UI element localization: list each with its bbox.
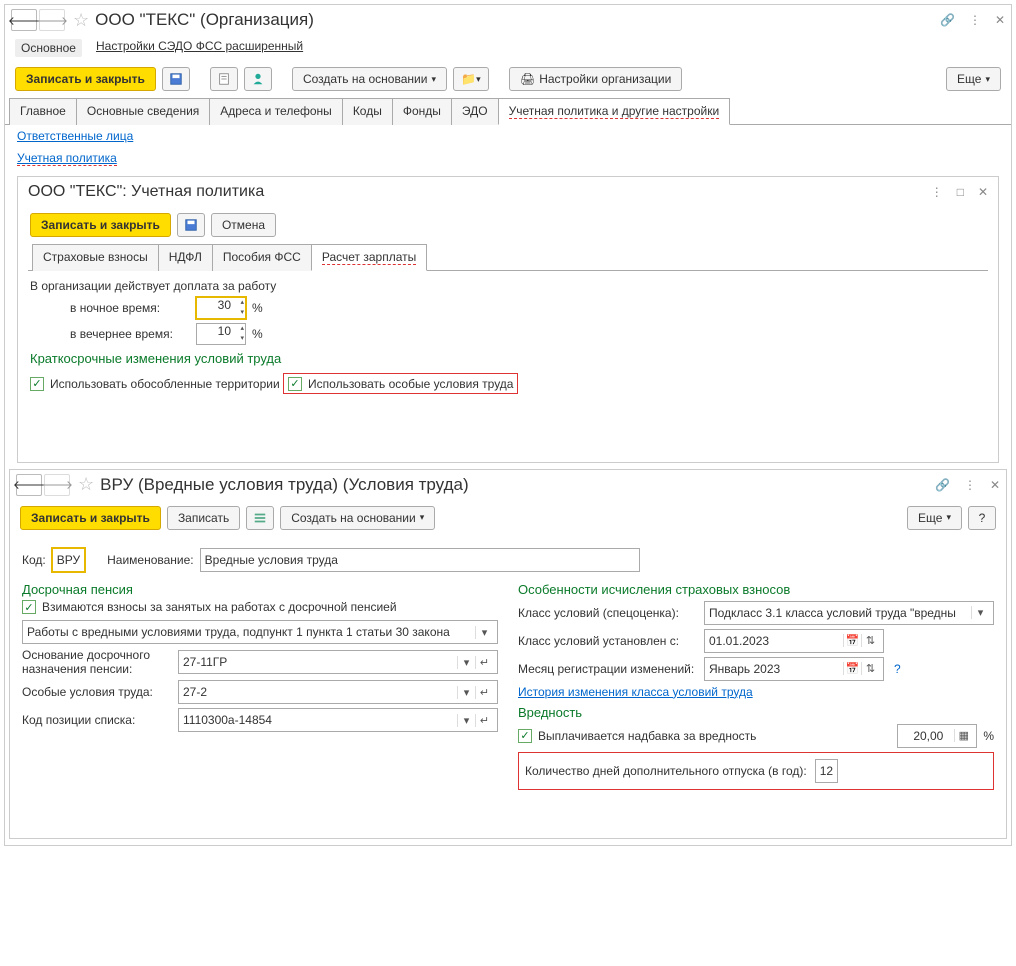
save-close-button[interactable]: Записать и закрыть bbox=[15, 67, 156, 91]
short-term-section: Краткосрочные изменения условий труда bbox=[30, 351, 986, 366]
subnav-sedo-link[interactable]: Настройки СЭДО ФСС расширенный bbox=[96, 39, 303, 57]
titlebar: 🡐 🡒 ☆ ООО "ТЕКС" (Организация) 🔗 ⋮ ✕ bbox=[5, 5, 1011, 35]
calc-icon: ▦ bbox=[954, 729, 972, 742]
tab-edo[interactable]: ЭДО bbox=[451, 98, 499, 125]
panel-save-close-button[interactable]: Записать и закрыть bbox=[30, 213, 171, 237]
chk-special-conditions[interactable]: ✓ Использовать особые условия труда bbox=[288, 377, 513, 391]
basis-select[interactable]: 27-11ГР ▾↵ bbox=[178, 650, 498, 674]
create-on-basis-button[interactable]: Создать на основании▾ bbox=[292, 67, 447, 91]
kebab-icon[interactable]: ⋮ bbox=[969, 13, 981, 27]
star-icon[interactable]: ☆ bbox=[73, 10, 89, 31]
name-label: Наименование: bbox=[107, 553, 194, 567]
more-button-2[interactable]: Еще▾ bbox=[907, 506, 962, 530]
surcharge-label: В организации действует доплата за работ… bbox=[30, 279, 986, 293]
tab-calc[interactable]: Расчет зарплаты bbox=[311, 244, 427, 271]
more-button[interactable]: Еще▾ bbox=[946, 67, 1001, 91]
save-icon[interactable] bbox=[162, 67, 190, 91]
extra-days-label: Количество дней дополнительного отпуска … bbox=[525, 764, 807, 778]
panel-max-icon[interactable]: □ bbox=[957, 185, 964, 199]
tab-ndfl[interactable]: НДФЛ bbox=[158, 244, 213, 271]
org-settings-button[interactable]: 🖨 Настройки организации bbox=[509, 67, 682, 91]
vru-window: 🡐 🡒 ☆ ВРУ (Вредные условия труда) (Услов… bbox=[9, 469, 1007, 839]
folder-icon[interactable]: 📁▾ bbox=[453, 67, 489, 91]
reg-month-input[interactable]: Январь 2023 📅⇅ bbox=[704, 657, 884, 681]
nav-fwd[interactable]: 🡒 bbox=[39, 9, 65, 31]
tab-fss[interactable]: Пособия ФСС bbox=[212, 244, 312, 271]
class-eval-select[interactable]: Подкласс 3.1 класса условий труда "вредн… bbox=[704, 601, 994, 625]
panel-kebab-icon[interactable]: ⋮ bbox=[931, 185, 943, 199]
save-close-button-2[interactable]: Записать и закрыть bbox=[20, 506, 161, 530]
tab-basic[interactable]: Основные сведения bbox=[76, 98, 210, 125]
panel-save-icon[interactable] bbox=[177, 213, 205, 237]
doc-icon[interactable] bbox=[210, 67, 238, 91]
nav-back[interactable]: 🡐 bbox=[11, 9, 37, 31]
hazard-section: Вредность bbox=[518, 705, 994, 720]
work-type-select[interactable]: Работы с вредными условиями труда, подпу… bbox=[22, 620, 498, 644]
close-icon-2[interactable]: ✕ bbox=[990, 478, 1000, 492]
history-link[interactable]: История изменения класса условий труда bbox=[518, 685, 753, 699]
close-icon[interactable]: ✕ bbox=[995, 13, 1005, 27]
person-icon[interactable] bbox=[244, 67, 272, 91]
night-input[interactable]: 30 bbox=[196, 297, 246, 319]
check-icon: ✓ bbox=[22, 600, 36, 614]
nav-fwd-2[interactable]: 🡒 bbox=[44, 474, 70, 496]
save-button-2[interactable]: Записать bbox=[167, 506, 240, 530]
help-icon[interactable]: ? bbox=[968, 506, 996, 530]
name-input[interactable]: Вредные условия труда bbox=[200, 548, 640, 572]
panel-close-icon[interactable]: ✕ bbox=[978, 185, 988, 199]
hazard-pct-input[interactable]: 20,00 ▦ bbox=[897, 724, 977, 748]
extra-days-input[interactable]: 12 bbox=[815, 759, 838, 783]
chk-hazard-pay[interactable]: ✓ Выплачивается надбавка за вредность bbox=[518, 729, 756, 743]
night-label: в ночное время: bbox=[70, 301, 190, 315]
policy-panel: ООО "ТЕКС": Учетная политика ⋮ □ ✕ Запис… bbox=[17, 176, 999, 463]
check-icon: ✓ bbox=[30, 377, 44, 391]
position-code-label: Код позиции списка: bbox=[22, 713, 172, 727]
special-cond-label: Особые условия труда: bbox=[22, 685, 172, 699]
chk-early-pension[interactable]: ✓ Взимаются взносы за занятых на работах… bbox=[22, 600, 397, 614]
window-title: ООО "ТЕКС" (Организация) bbox=[95, 10, 314, 30]
star-icon-2[interactable]: ☆ bbox=[78, 474, 94, 495]
link-icon[interactable]: 🔗 bbox=[940, 13, 955, 27]
policy-link[interactable]: Учетная политика bbox=[17, 151, 117, 166]
calendar-icon: 📅 bbox=[843, 634, 861, 647]
code-label: Код: bbox=[22, 553, 46, 567]
basis-label: Основание досрочного назначения пенсии: bbox=[22, 648, 172, 676]
win2-title: ВРУ (Вредные условия труда) (Условия тру… bbox=[100, 475, 469, 495]
special-cond-select[interactable]: 27-2 ▾↵ bbox=[178, 680, 498, 704]
link-icon-2[interactable]: 🔗 bbox=[935, 478, 950, 492]
tab-addr[interactable]: Адреса и телефоны bbox=[209, 98, 343, 125]
cancel-button[interactable]: Отмена bbox=[211, 213, 276, 237]
class-date-input[interactable]: 01.01.2023 📅⇅ bbox=[704, 629, 884, 653]
kebab-icon-2[interactable]: ⋮ bbox=[964, 478, 976, 492]
reg-month-label: Месяц регистрации изменений: bbox=[518, 662, 698, 676]
create-on-basis-2[interactable]: Создать на основании▾ bbox=[280, 506, 435, 530]
nav-back-2[interactable]: 🡐 bbox=[16, 474, 42, 496]
tab-main[interactable]: Главное bbox=[9, 98, 77, 125]
responsible-link[interactable]: Ответственные лица bbox=[17, 129, 133, 143]
tab-ins[interactable]: Страховые взносы bbox=[32, 244, 159, 271]
evening-input[interactable]: 10 bbox=[196, 323, 246, 345]
early-pension-section: Досрочная пенсия bbox=[22, 582, 498, 597]
position-code-select[interactable]: 1110300а-14854 ▾↵ bbox=[178, 708, 498, 732]
chk-territories[interactable]: ✓ Использовать обособленные территории bbox=[30, 377, 280, 391]
calendar-icon: 📅 bbox=[843, 662, 861, 675]
insurance-section: Особенности исчисления страховых взносов bbox=[518, 582, 994, 597]
check-icon: ✓ bbox=[518, 729, 532, 743]
check-icon: ✓ bbox=[288, 377, 302, 391]
list-icon[interactable] bbox=[246, 506, 274, 530]
subnav-main[interactable]: Основное bbox=[15, 39, 82, 57]
evening-label: в вечернее время: bbox=[70, 327, 190, 341]
org-window: 🡐 🡒 ☆ ООО "ТЕКС" (Организация) 🔗 ⋮ ✕ Осн… bbox=[4, 4, 1012, 846]
class-date-label: Класс условий установлен с: bbox=[518, 634, 698, 648]
tab-policy[interactable]: Учетная политика и другие настройки bbox=[498, 98, 731, 125]
dropdown-icon: ▾ bbox=[475, 626, 493, 639]
panel-title: ООО "ТЕКС": Учетная политика bbox=[28, 183, 264, 201]
help-q-icon[interactable]: ? bbox=[894, 662, 901, 676]
code-input[interactable]: ВРУ bbox=[52, 548, 85, 572]
class-eval-label: Класс условий (спецоценка): bbox=[518, 606, 698, 620]
tab-funds[interactable]: Фонды bbox=[392, 98, 452, 125]
tab-codes[interactable]: Коды bbox=[342, 98, 393, 125]
